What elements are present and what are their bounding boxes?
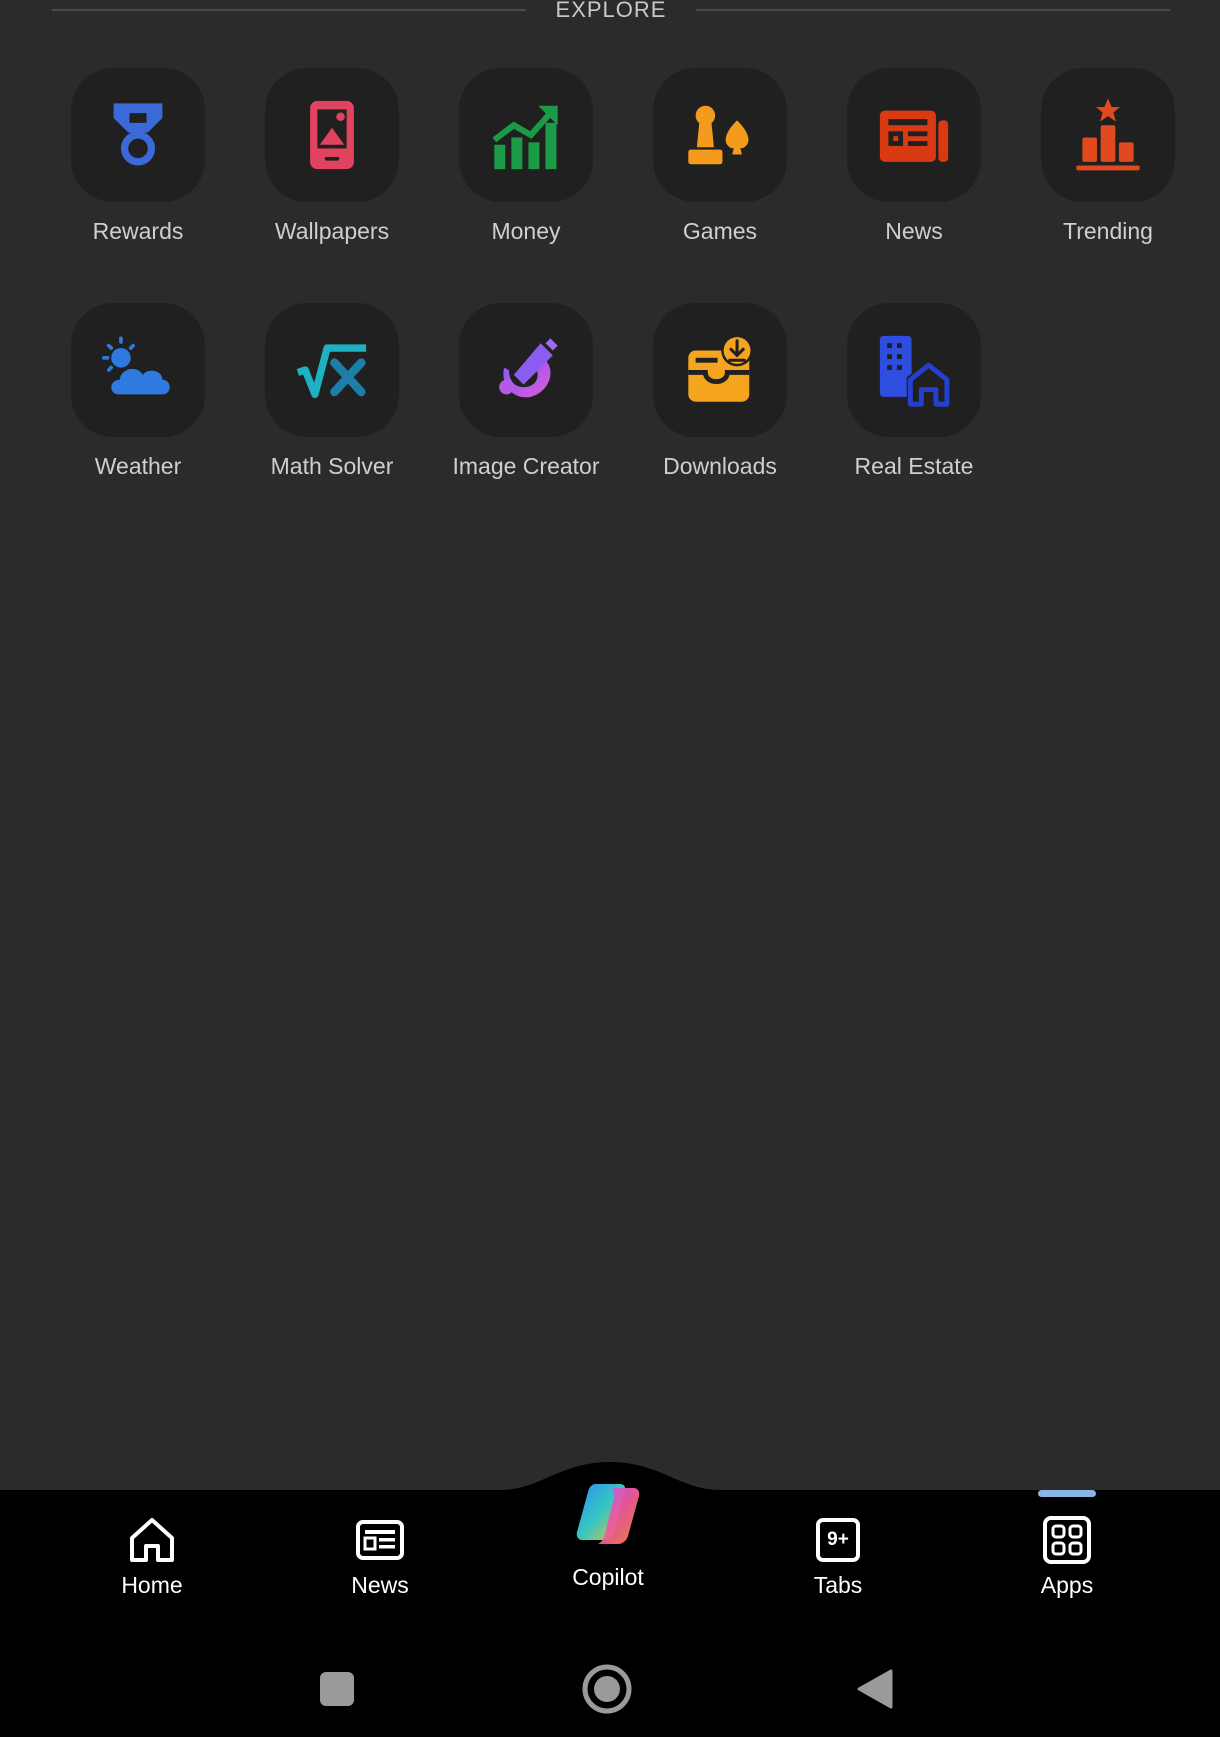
app-label: Weather [94,453,182,479]
app-tile-news[interactable]: News [817,68,1011,303]
app-label: Wallpapers [274,218,390,244]
app-tile-rewards[interactable]: Rewards [41,68,235,303]
app-label: News [885,218,943,244]
recent-apps-button[interactable] [302,1654,372,1724]
app-label: Rewards [92,218,184,244]
app-icon-container [459,68,593,202]
header-divider-left [52,9,526,11]
back-triangle-icon [857,1669,893,1709]
nav-apps[interactable]: Apps [987,1490,1147,1636]
tabs-icon: 9+ [812,1514,864,1566]
app-tile-image-creator[interactable]: Image Creator [429,303,623,538]
nav-label-news: News [351,1572,409,1598]
app-label: Money [491,218,561,244]
app-icon-container [653,303,787,437]
app-icon-container [265,303,399,437]
app-icon-container [653,68,787,202]
square-icon [320,1672,354,1706]
app-tile-math-solver[interactable]: Math Solver [235,303,429,538]
paintbrush-icon [499,338,558,398]
app-page: EXPLORE Rewards Wallpapers Money Games N… [0,0,1220,1737]
podium-star-icon [1076,98,1140,171]
app-label: Image Creator [452,453,600,479]
tabs-count-badge: 9+ [827,1529,849,1550]
nav-label-home: Home [121,1572,183,1598]
header-divider-right [696,9,1170,11]
app-label: Trending [1063,218,1153,244]
nav-label-copilot: Copilot [572,1564,644,1590]
nav-tabs[interactable]: 9+ Tabs [758,1490,918,1636]
app-tile-money[interactable]: Money [429,68,623,303]
nav-home[interactable]: Home [72,1490,232,1636]
home-button[interactable] [572,1654,642,1724]
medal-icon [113,103,163,166]
app-label: Downloads [663,453,777,479]
nav-label-tabs: Tabs [813,1572,863,1598]
newspaper-icon [879,110,949,162]
sqrt-x-icon [296,344,367,399]
app-icon-container [1041,68,1175,202]
bottom-navigation-bar: Home News Copilot 9+ Tabs Apps [0,1484,1220,1636]
copilot-logo-icon [568,1474,648,1554]
explore-title: EXPLORE [555,0,667,22]
chart-growth-icon [492,105,558,170]
app-icon-container [459,303,593,437]
app-label: Games [682,218,758,244]
explore-app-grid: Rewards Wallpapers Money Games News Tren… [41,68,1207,538]
app-icon-container [71,303,205,437]
app-tile-weather[interactable]: Weather [41,303,235,538]
app-icon-container [847,303,981,437]
building-house-icon [879,335,951,407]
app-tile-real-estate[interactable]: Real Estate [817,303,1011,538]
newspaper-icon [354,1514,406,1566]
nav-news[interactable]: News [300,1490,460,1636]
app-tile-downloads[interactable]: Downloads [623,303,817,538]
app-icon-container [847,68,981,202]
system-navigation-bar [0,1636,1220,1737]
app-label: Math Solver [270,453,394,479]
app-label: Real Estate [854,453,974,479]
home-icon [126,1514,178,1566]
apps-grid-icon [1041,1514,1093,1566]
phone-image-icon [310,100,354,170]
circle-icon [582,1664,632,1714]
back-button[interactable] [840,1654,910,1724]
app-tile-wallpapers[interactable]: Wallpapers [235,68,429,303]
nav-copilot[interactable]: Copilot [528,1468,688,1628]
app-icon-container [71,68,205,202]
sun-cloud-icon [102,336,170,395]
download-tray-icon [688,334,753,402]
game-pieces-icon [688,105,749,165]
nav-label-apps: Apps [1040,1572,1094,1598]
app-tile-games[interactable]: Games [623,68,817,303]
app-tile-trending[interactable]: Trending [1011,68,1205,303]
explore-section-header: EXPLORE [52,0,1170,32]
app-icon-container [265,68,399,202]
